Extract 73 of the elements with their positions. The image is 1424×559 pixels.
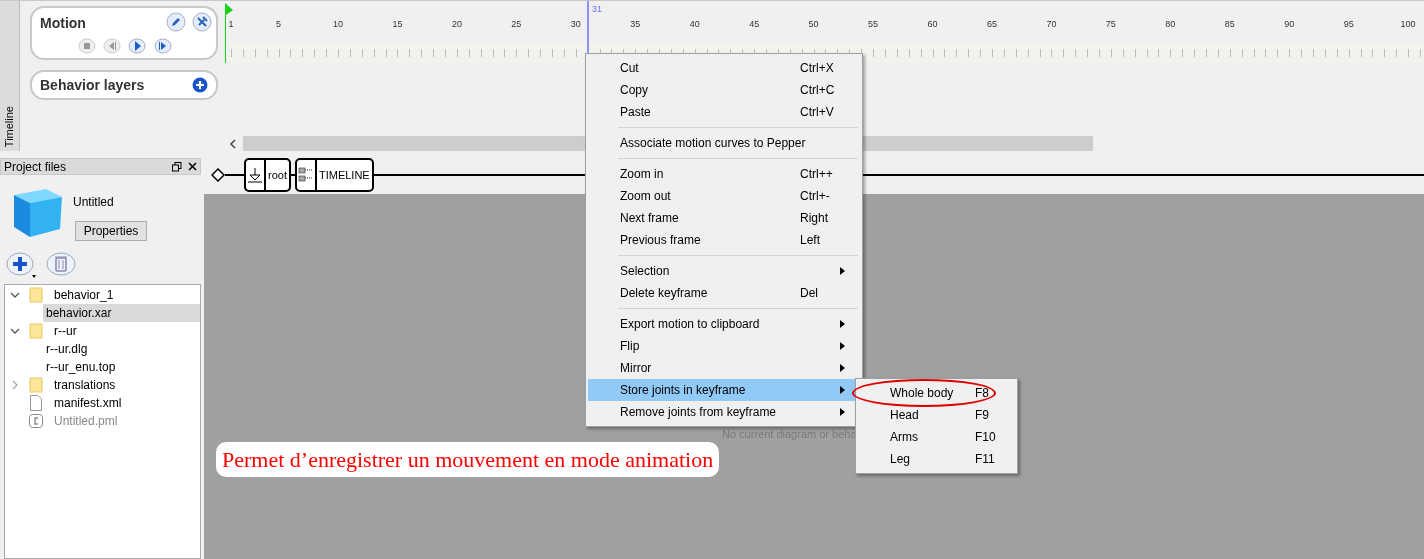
menu-item[interactable]: Cut Ctrl+X	[588, 57, 860, 79]
menu-item[interactable]: Export motion to clipboard	[588, 313, 860, 335]
frame-number: 55	[868, 18, 879, 31]
menu-item[interactable]: Leg F11	[856, 448, 1017, 470]
menu-item[interactable]: Zoom in Ctrl++	[588, 163, 860, 185]
menu-item[interactable]: Flip	[588, 335, 860, 357]
project-file-icon	[29, 413, 43, 429]
tree-item[interactable]: manifest.xml	[51, 394, 200, 412]
frame-number: 100	[1400, 18, 1416, 31]
menu-item[interactable]: Delete keyframe Del	[588, 282, 860, 304]
arrow-down-icon	[247, 167, 263, 183]
tree-item[interactable]: behavior.xar	[43, 304, 200, 322]
project-name: Untitled	[73, 194, 115, 211]
frame-number: 70	[1046, 18, 1057, 31]
panel-title: Project files	[4, 158, 67, 176]
menu-item[interactable]: Selection	[588, 260, 860, 282]
frame-number: 15	[392, 18, 403, 31]
frame-number: 1	[228, 18, 234, 31]
frame-number: 65	[986, 18, 997, 31]
panel-title: Motion	[40, 14, 86, 33]
step-back-icon[interactable]	[103, 38, 121, 54]
frame-number: 60	[927, 18, 938, 31]
menu-item[interactable]: Copy Ctrl+C	[588, 79, 860, 101]
caption-annotation: Permet d’enregistrer un mouvement en mode animation	[216, 442, 720, 477]
add-dropdown-icon[interactable]	[6, 251, 36, 279]
folder-icon	[29, 323, 43, 339]
breadcrumb-item[interactable]: root	[244, 158, 291, 192]
frame-number: 30	[570, 18, 581, 31]
pencil-icon[interactable]	[166, 12, 186, 32]
file-icon	[29, 395, 43, 411]
scroll-left-icon[interactable]	[229, 138, 237, 149]
menu-item[interactable]: Head F9	[856, 404, 1017, 426]
menu-item[interactable]: Paste Ctrl+V	[588, 101, 860, 123]
tree-item[interactable]: translations	[51, 376, 200, 394]
playhead-start-icon[interactable]	[225, 3, 235, 63]
tree-item[interactable]: r--ur	[51, 322, 200, 340]
frame-number: 90	[1284, 18, 1295, 31]
frame-number: 5	[276, 18, 282, 31]
play-icon[interactable]	[128, 38, 146, 54]
frame-number: 45	[749, 18, 760, 31]
playhead-frame: 31	[592, 3, 602, 17]
tree-item[interactable]: r--ur_enu.top	[43, 358, 200, 376]
menu-item[interactable]: Next frame Right	[588, 207, 860, 229]
menu-item[interactable]: Zoom out Ctrl+-	[588, 185, 860, 207]
frame-number: 10	[333, 18, 343, 31]
panel-title: Behavior layers	[40, 75, 145, 95]
frame-number: 20	[451, 18, 462, 31]
close-icon[interactable]	[188, 162, 197, 171]
tree-item[interactable]: r--ur.dlg	[43, 340, 200, 358]
frame-number: 35	[630, 18, 641, 31]
stop-icon[interactable]	[78, 38, 96, 54]
add-icon[interactable]	[192, 77, 208, 93]
restore-icon[interactable]	[172, 161, 182, 172]
timeline-tab[interactable]: Timeline	[0, 1, 20, 151]
frame-number: 75	[1105, 18, 1116, 31]
frame-number: 85	[1224, 18, 1235, 31]
timeline-icon	[297, 166, 314, 184]
menu-item[interactable]: Previous frame Left	[588, 229, 860, 251]
menu-item[interactable]: Arms F10	[856, 426, 1017, 448]
frame-number: 95	[1343, 18, 1354, 31]
menu-item[interactable]: Mirror	[588, 357, 860, 379]
breadcrumb-item[interactable]: TIMELINE	[294, 158, 374, 192]
frame-number: 25	[511, 18, 522, 31]
tree-item[interactable]: behavior_1	[51, 286, 200, 304]
menu-item[interactable]: Associate motion curves to Pepper	[588, 132, 860, 154]
folder-icon	[29, 287, 43, 303]
frame-number: 50	[808, 18, 819, 31]
folder-icon	[29, 377, 43, 393]
properties-button[interactable]: Properties	[75, 221, 147, 241]
step-forward-icon[interactable]	[154, 38, 172, 54]
tree-item[interactable]: Untitled.pml	[51, 412, 200, 430]
frame-number: 40	[689, 18, 700, 31]
frame-number: 80	[1165, 18, 1176, 31]
